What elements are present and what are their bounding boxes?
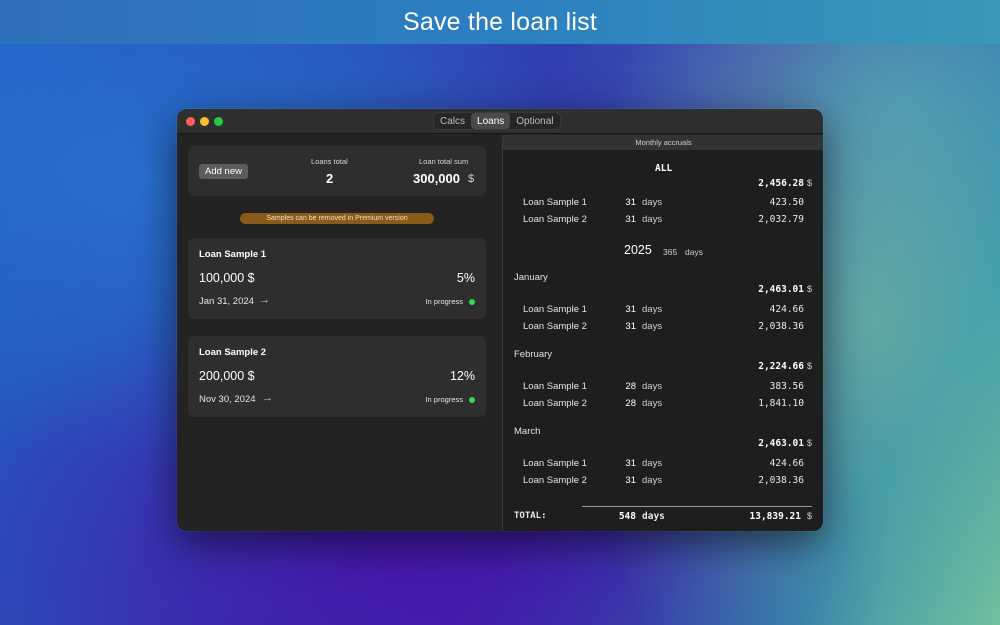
year-days: 365 [663, 247, 678, 257]
accrual-row-days: 31 [625, 458, 636, 469]
accrual-row-days-word: days [642, 197, 663, 208]
minimize-window-button[interactable] [200, 117, 209, 126]
month-name: March [514, 426, 541, 437]
month-total-unit: $ [807, 361, 813, 371]
total-label: TOTAL: [514, 511, 547, 521]
month-total: 2,463.01 [758, 438, 804, 449]
accrual-row-name: Loan Sample 1 [523, 381, 587, 392]
loan-date: Jan 31, 2024 [199, 296, 254, 307]
loans-pane: Add new Loans total 2 Loan total sum 300… [177, 135, 502, 531]
view-tabs: Calcs Loans Optional [433, 112, 561, 130]
loan-name: Loan Sample 1 [199, 249, 267, 260]
loan-total-sum-value: 300,000 [413, 171, 460, 186]
monthly-accruals-pane: Monthly accruals ALL 2,456.28 $ Loan Sam… [502, 135, 823, 531]
all-total-unit: $ [807, 178, 813, 188]
total-days: 548 [618, 511, 636, 522]
accrual-row-days: 31 [625, 304, 636, 315]
tab-optional[interactable]: Optional [510, 113, 559, 129]
app-window: Calcs Loans Optional Add new Loans total… [177, 109, 823, 531]
year-days-word: days [685, 247, 703, 257]
all-total: 2,456.28 [758, 178, 804, 189]
accrual-row-amount: 2,032.79 [758, 214, 804, 225]
loans-total-label: Loans total [311, 157, 348, 166]
accrual-row-days: 31 [625, 475, 636, 486]
month-total: 2,463.01 [758, 284, 804, 295]
accrual-row-name: Loan Sample 2 [523, 321, 587, 332]
accrual-row-days-word: days [642, 398, 663, 409]
month-name: January [514, 272, 548, 283]
loan-card[interactable]: Loan Sample 2 200,000 $ 12% Nov 30, 2024… [188, 336, 486, 417]
status-dot-icon [469, 397, 475, 403]
loan-date: Nov 30, 2024 [199, 394, 256, 405]
accrual-row-days-word: days [642, 381, 663, 392]
accrual-row-amount: 2,038.36 [758, 475, 804, 486]
accrual-row-amount: 383.56 [769, 381, 804, 392]
loan-total-sum-unit: $ [468, 173, 475, 185]
loan-rate: 12% [449, 369, 475, 383]
loan-card[interactable]: Loan Sample 1 100,000 $ 5% Jan 31, 2024 … [188, 238, 486, 319]
accrual-row-days: 28 [625, 398, 636, 409]
accrual-row-amount: 424.66 [769, 458, 804, 469]
total-days-word: days [642, 511, 665, 522]
accrual-row-amount: 1,841.10 [758, 398, 804, 409]
accrual-row-name: Loan Sample 1 [523, 197, 587, 208]
arrow-right-icon: → [259, 294, 270, 306]
loan-amount: 100,000 $ [199, 271, 255, 285]
month-name: February [514, 349, 553, 360]
accrual-row-days: 31 [625, 197, 636, 208]
accrual-row-days: 28 [625, 381, 636, 392]
accrual-row-days-word: days [642, 475, 663, 486]
loan-name: Loan Sample 2 [199, 347, 267, 358]
total-amount: 13,839.21 [749, 511, 801, 522]
close-window-button[interactable] [186, 117, 195, 126]
accrual-row-name: Loan Sample 1 [523, 304, 587, 315]
accrual-row-days-word: days [642, 304, 663, 315]
tab-loans[interactable]: Loans [471, 113, 511, 129]
all-label: ALL [655, 163, 673, 174]
total-amount-unit: $ [807, 511, 813, 521]
year-label: 2025 [624, 243, 652, 257]
accrual-row-amount: 2,038.36 [758, 321, 804, 332]
accrual-row-amount: 424.66 [769, 304, 804, 315]
loan-status: In progress [425, 395, 463, 404]
status-dot-icon [469, 299, 475, 305]
accrual-row-amount: 423.50 [769, 197, 804, 208]
loan-total-sum-label: Loan total sum [419, 157, 469, 166]
accrual-row-days-word: days [642, 458, 663, 469]
accruals-header: Monthly accruals [503, 135, 823, 150]
loans-summary-card: Add new Loans total 2 Loan total sum 300… [188, 146, 486, 196]
premium-notice: Samples can be removed in Premium versio… [240, 213, 434, 224]
accrual-row-name: Loan Sample 2 [523, 475, 587, 486]
promo-banner: Save the loan list [0, 0, 1000, 44]
loan-status: In progress [425, 297, 463, 306]
accrual-row-name: Loan Sample 2 [523, 214, 587, 225]
accrual-row-days: 31 [625, 214, 636, 225]
banner-title: Save the loan list [403, 7, 597, 36]
zoom-window-button[interactable] [214, 117, 223, 126]
accrual-row-days-word: days [642, 321, 663, 332]
arrow-right-icon: → [262, 392, 273, 404]
month-total-unit: $ [807, 438, 813, 448]
total-divider [582, 506, 812, 507]
loan-amount: 200,000 $ [199, 369, 255, 383]
add-new-button[interactable]: Add new [199, 164, 248, 179]
month-total-unit: $ [807, 284, 813, 294]
loan-rate: 5% [456, 271, 475, 285]
accrual-row-name: Loan Sample 2 [523, 398, 587, 409]
month-total: 2,224.66 [758, 361, 804, 372]
accrual-row-days-word: days [642, 214, 663, 225]
accrual-row-name: Loan Sample 1 [523, 458, 587, 469]
tab-calcs[interactable]: Calcs [434, 113, 471, 129]
title-bar: Calcs Loans Optional [177, 109, 823, 134]
loans-total-value: 2 [326, 171, 334, 186]
accrual-row-days: 31 [625, 321, 636, 332]
